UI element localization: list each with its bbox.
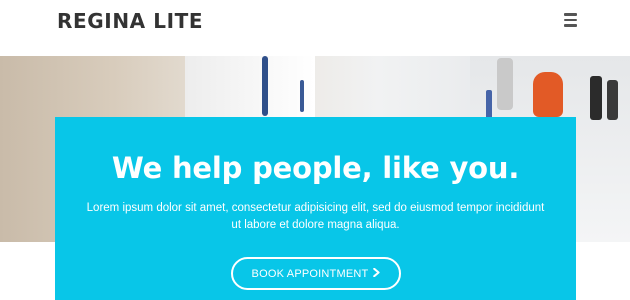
menu-bar: [563, 18, 577, 22]
hero-subtitle: Lorem ipsum dolor sit amet, consectetur …: [81, 200, 550, 234]
site-logo[interactable]: REGINA LITE: [57, 9, 203, 33]
book-appointment-label: BOOK APPOINTMENT: [251, 267, 369, 280]
stethoscope-tube: [300, 80, 304, 112]
site-header: REGINA LITE: [0, 0, 630, 56]
pen-shape: [497, 58, 513, 110]
pen-shape: [533, 72, 563, 117]
hero-subtitle-line: ut labore et dolore magna aliqua.: [231, 219, 400, 231]
hero-banner: We help people, like you. Lorem ipsum do…: [55, 117, 576, 300]
pen-shape: [607, 80, 618, 120]
hero-title: We help people, like you.: [111, 151, 520, 185]
pen-shape: [590, 76, 602, 120]
menu-bar: [563, 24, 577, 27]
chevron-right-icon: [373, 267, 381, 280]
stethoscope-tube: [262, 56, 268, 116]
hamburger-menu-icon[interactable]: [556, 9, 584, 31]
book-appointment-button[interactable]: BOOK APPOINTMENT: [231, 257, 401, 290]
menu-bar: [563, 13, 577, 16]
hero-subtitle-line: Lorem ipsum dolor sit amet, consectetur …: [86, 202, 545, 214]
